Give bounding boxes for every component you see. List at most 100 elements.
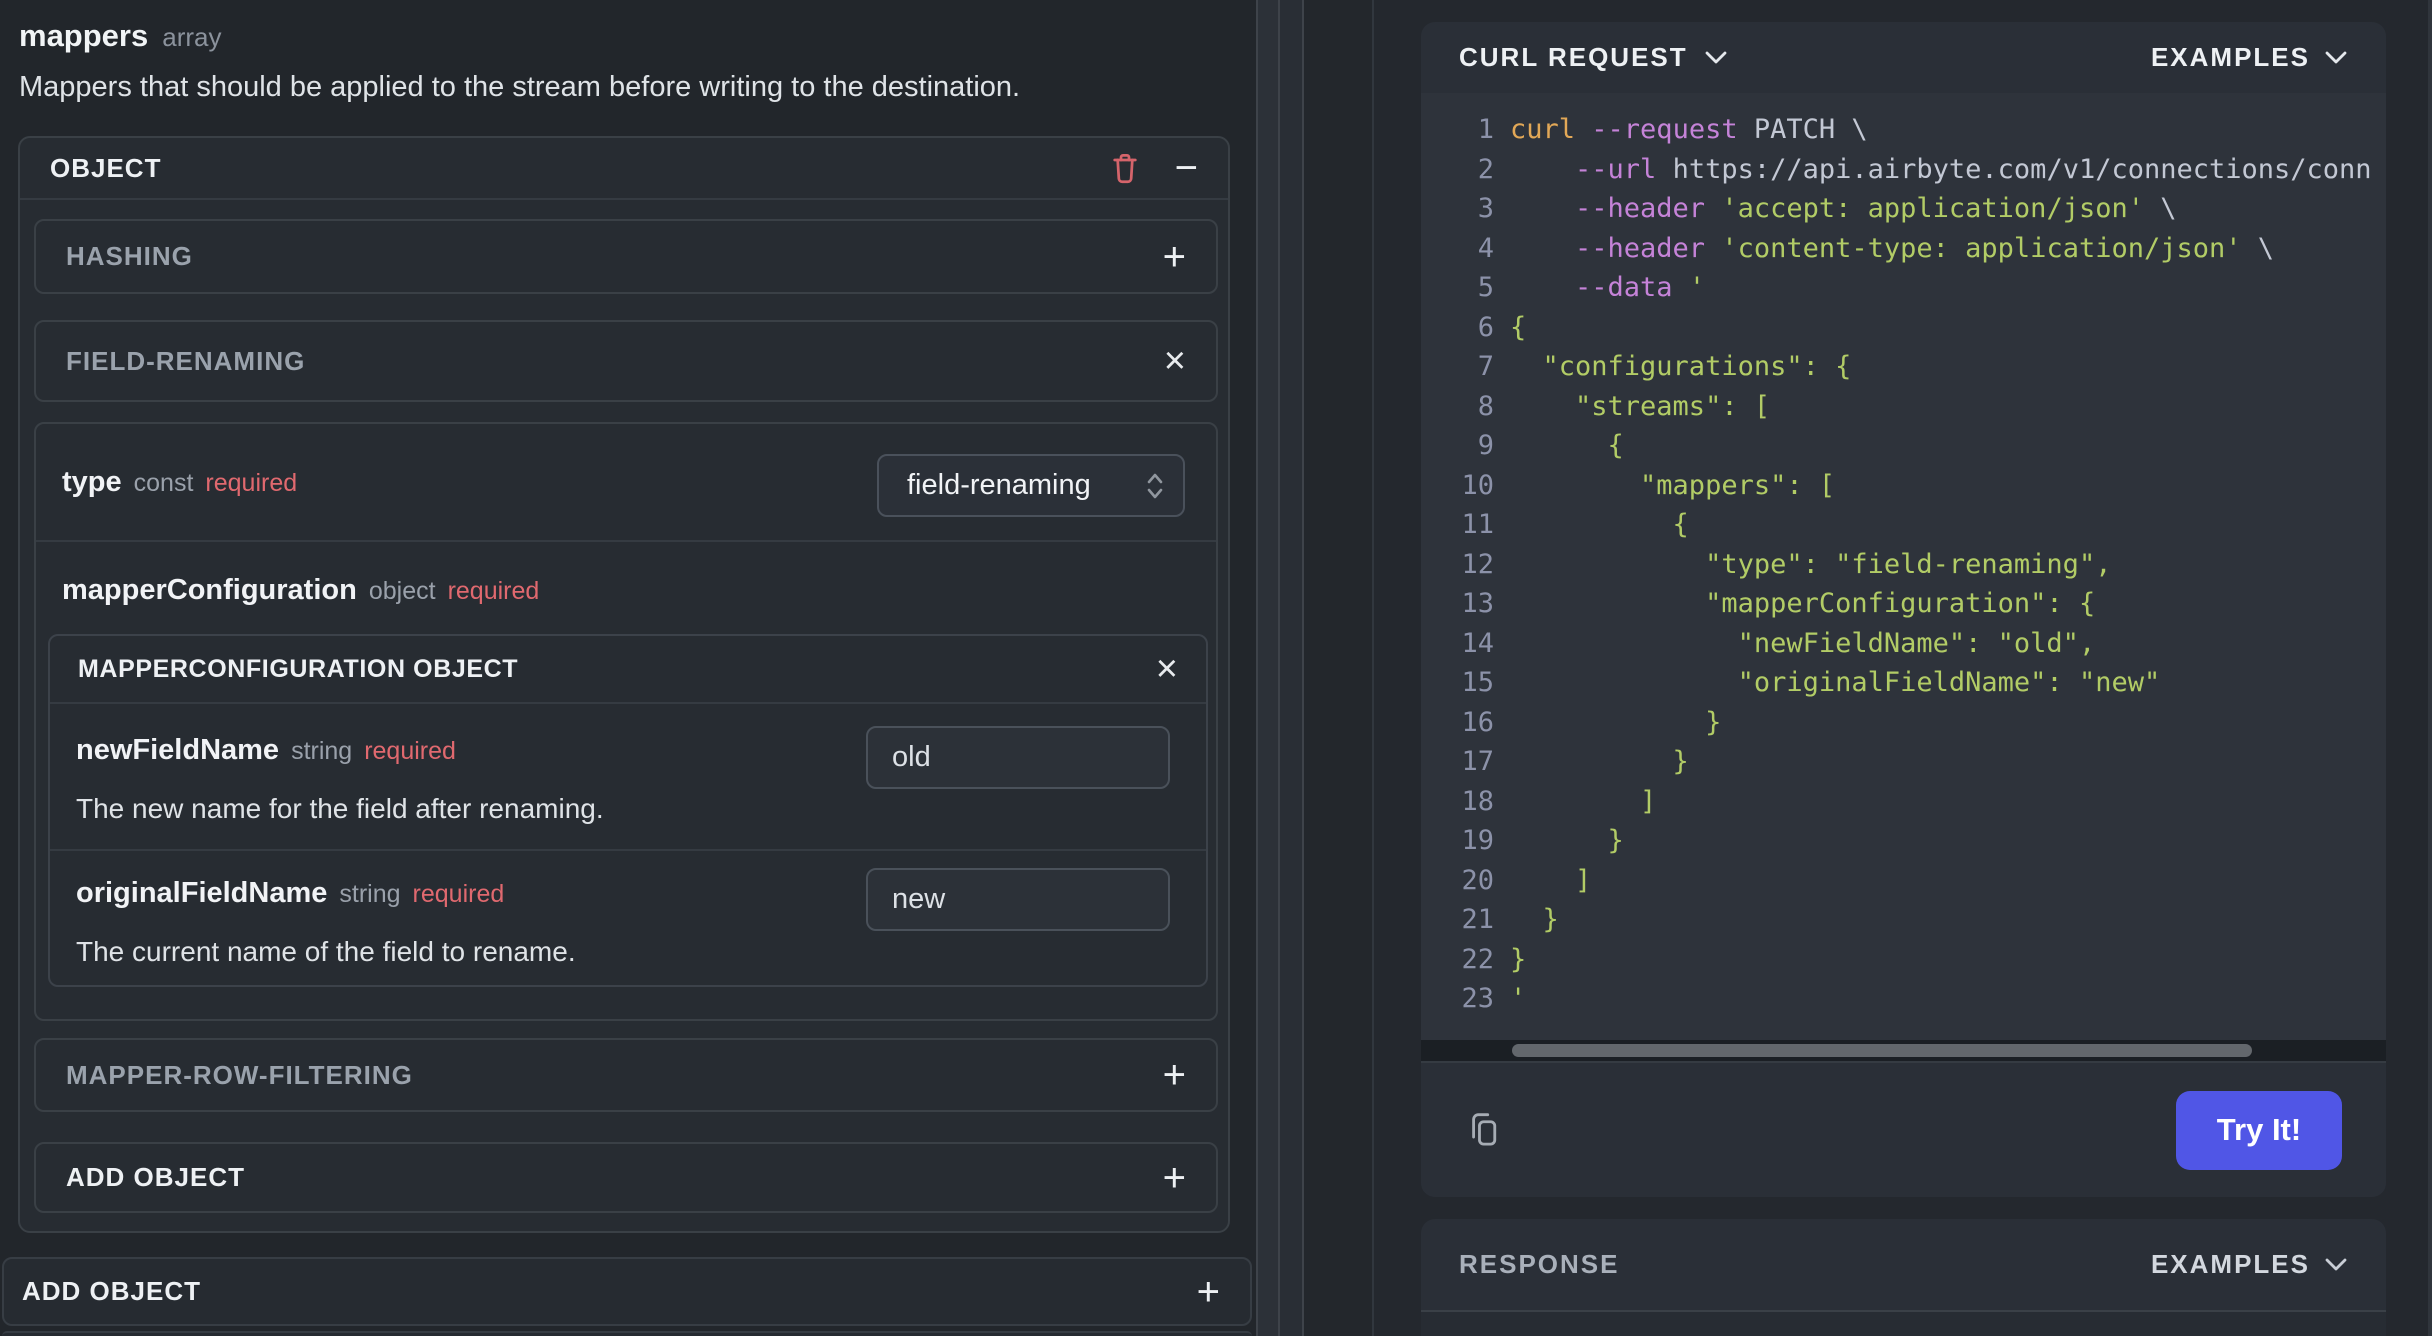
property-description: Mappers that should be applied to the st… xyxy=(19,71,1021,103)
left-scrollbar-track[interactable] xyxy=(1258,0,1280,1336)
code-line: 21 } xyxy=(1421,900,2386,940)
line-number: 6 xyxy=(1477,311,1494,343)
original-field-name-input[interactable] xyxy=(866,868,1170,931)
section-mapper-row-filtering[interactable]: MAPPER-ROW-FILTERING + xyxy=(34,1038,1218,1112)
line-number: 12 xyxy=(1461,548,1494,580)
line-number: 2 xyxy=(1477,153,1494,185)
code-line: 23 ' xyxy=(1421,979,2386,1019)
line-number: 13 xyxy=(1461,588,1494,619)
field-required-badge: required xyxy=(364,737,456,765)
curl-code-block: 1 curl --request PATCH \ 2 --url https://a… xyxy=(1421,93,2386,1040)
line-number: 20 xyxy=(1461,864,1494,896)
close-icon: × xyxy=(1155,648,1178,690)
field-renaming-content: type const required field-renaming mappe… xyxy=(34,422,1218,1021)
code-line: 6{ xyxy=(1421,308,2386,348)
curl-examples-label: EXAMPLES xyxy=(2150,42,2310,72)
code-line: 14 "newFieldName": "old", xyxy=(1421,624,2386,664)
expand-hashing-button[interactable]: + xyxy=(1163,237,1186,277)
response-panel: RESPONSE EXAMPLES xyxy=(1421,1219,2386,1336)
plus-icon: + xyxy=(1196,1269,1220,1314)
field-meta: object xyxy=(368,577,436,605)
next-section-edge xyxy=(2,1331,1252,1336)
code-line: 9 { xyxy=(1421,426,2386,466)
try-it-button[interactable]: Try It! xyxy=(2176,1090,2342,1170)
expand-mapper-row-filtering-button[interactable]: + xyxy=(1163,1055,1186,1095)
code-horizontal-scrollbar xyxy=(1421,1040,2386,1061)
field-meta: const xyxy=(133,468,194,497)
field-required-badge: required xyxy=(205,468,298,497)
line-number: 8 xyxy=(1477,390,1494,422)
close-mapper-configuration-button[interactable]: × xyxy=(1156,650,1178,688)
add-object-outer-button[interactable]: + xyxy=(1197,1272,1220,1312)
add-object-inner-button[interactable]: + xyxy=(1163,1158,1186,1198)
add-object-outer-label: ADD OBJECT xyxy=(22,1276,202,1306)
page-scrollbar[interactable] xyxy=(2428,0,2432,1336)
copy-code-button[interactable] xyxy=(1465,1110,1501,1150)
column-divider xyxy=(1256,0,1304,1336)
code-line: 2 --url https://api.airbyte.com/v1/conne… xyxy=(1421,150,2386,190)
property-type-badge: array xyxy=(162,22,222,52)
select-updown-icon xyxy=(1145,470,1165,502)
code-line: 4 --header 'content-type: application/js… xyxy=(1421,229,2386,269)
mapper-configuration-box-header: MAPPERCONFIGURATION OBJECT × xyxy=(50,636,1206,704)
mapper-object-card: OBJECT − HASHING + FIELD-RENAMING × type… xyxy=(18,136,1230,1233)
new-field-name-input[interactable] xyxy=(866,726,1170,789)
code-scrollbar-thumb[interactable] xyxy=(1512,1044,2252,1057)
chevron-down-icon xyxy=(2324,50,2348,66)
object-card-title: OBJECT xyxy=(50,152,162,183)
section-hashing[interactable]: HASHING + xyxy=(34,219,1218,294)
add-object-inner[interactable]: ADD OBJECT + xyxy=(34,1142,1218,1213)
curl-request-header: CURL REQUEST EXAMPLES xyxy=(1421,22,2386,93)
section-field-renaming-title: FIELD-RENAMING xyxy=(66,345,306,376)
property-title: mappers array xyxy=(19,18,221,54)
field-required-badge: required xyxy=(447,577,540,605)
new-field-name-row: newFieldName string required The new nam… xyxy=(50,704,1206,851)
code-line: 8 "streams": [ xyxy=(1421,387,2386,427)
line-number: 9 xyxy=(1477,430,1494,461)
field-meta: string xyxy=(291,737,353,765)
collapse-object-button[interactable]: − xyxy=(1175,148,1198,188)
code-line: 16 } xyxy=(1421,703,2386,743)
code-line: 15 "originalFieldName": "new" xyxy=(1421,663,2386,703)
original-field-name-description: The current name of the field to rename. xyxy=(76,936,576,967)
response-header: RESPONSE EXAMPLES xyxy=(1421,1219,2386,1312)
mapper-configuration-box-title: MAPPERCONFIGURATION OBJECT xyxy=(78,654,519,683)
response-examples-label: EXAMPLES xyxy=(2150,1249,2310,1279)
line-number: 22 xyxy=(1461,943,1494,975)
code-line: 12 "type": "field-renaming", xyxy=(1421,545,2386,585)
code-line: 18 ] xyxy=(1421,782,2386,822)
close-field-renaming-button[interactable]: × xyxy=(1164,342,1186,380)
code-examples-column: CURL REQUEST EXAMPLES 1 curl --request PA… xyxy=(1304,0,2432,1336)
code-line: 22} xyxy=(1421,940,2386,980)
line-number: 23 xyxy=(1461,983,1494,1014)
type-field-row: type const required field-renaming xyxy=(36,424,1216,542)
curl-examples-dropdown[interactable]: EXAMPLES xyxy=(2151,42,2348,73)
section-field-renaming-header[interactable]: FIELD-RENAMING × xyxy=(34,320,1218,402)
mapper-configuration-label: mapperConfiguration object required xyxy=(62,574,539,607)
chevron-down-icon xyxy=(2324,1257,2348,1273)
field-name: type xyxy=(62,465,122,498)
curl-request-dropdown[interactable]: CURL REQUEST xyxy=(1459,42,1728,73)
line-number: 14 xyxy=(1461,627,1494,659)
property-name: mappers xyxy=(19,18,149,53)
code-line: 13 "mapperConfiguration": { xyxy=(1421,584,2386,624)
section-hashing-title: HASHING xyxy=(66,241,193,271)
code-line: 10 "mappers": [ xyxy=(1421,466,2386,506)
delete-object-button[interactable] xyxy=(1111,152,1139,184)
add-object-outer[interactable]: ADD OBJECT + xyxy=(2,1257,1252,1326)
object-card-header: OBJECT − xyxy=(20,138,1228,200)
type-select[interactable]: field-renaming xyxy=(877,454,1185,517)
plus-icon: + xyxy=(1162,234,1186,279)
line-number: 7 xyxy=(1477,351,1494,382)
add-object-inner-label: ADD OBJECT xyxy=(66,1162,246,1192)
field-name: newFieldName xyxy=(76,734,280,766)
code-line: 7 "configurations": { xyxy=(1421,347,2386,387)
line-number: 3 xyxy=(1477,193,1494,224)
line-number: 19 xyxy=(1461,825,1494,856)
response-examples-dropdown[interactable]: EXAMPLES xyxy=(2151,1249,2348,1280)
schema-column: mappers array Mappers that should be app… xyxy=(0,0,1256,1336)
plus-icon: + xyxy=(1162,1155,1186,1200)
chevron-down-icon xyxy=(1704,50,1728,66)
code-line: 20 ] xyxy=(1421,861,2386,901)
line-number: 21 xyxy=(1461,904,1494,935)
